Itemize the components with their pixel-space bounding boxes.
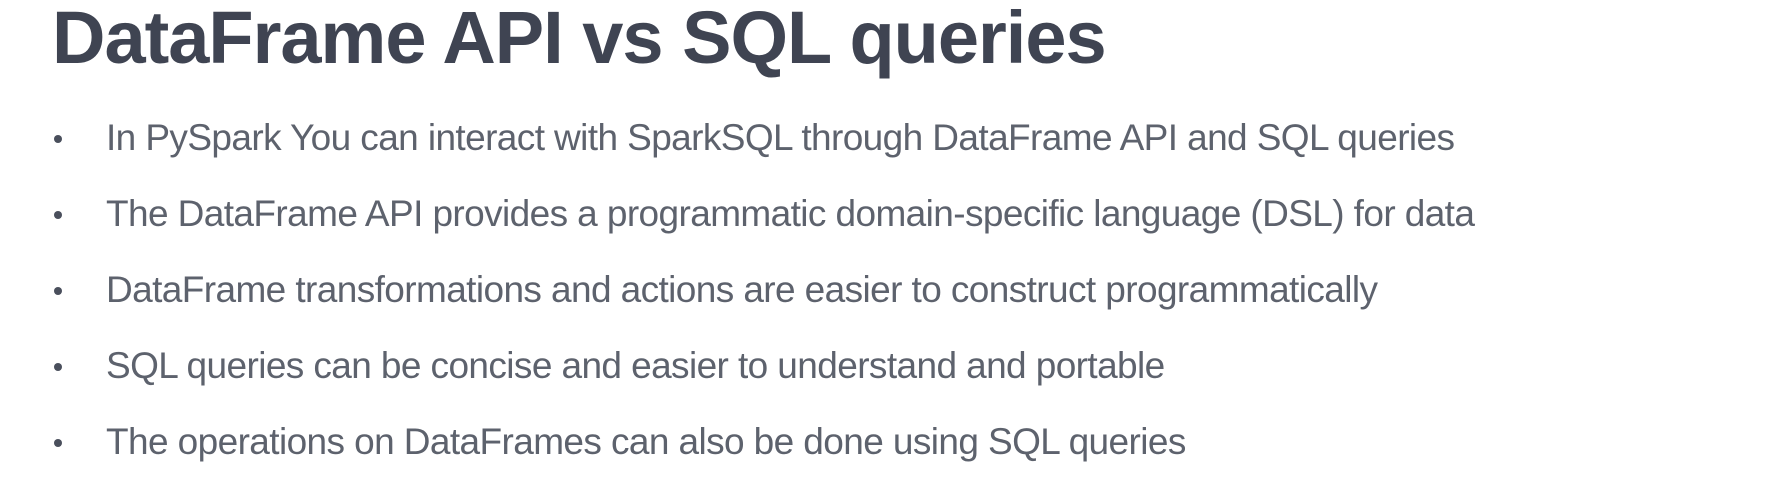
bullet-dot-icon — [54, 439, 62, 447]
bullet-text: DataFrame transformations and actions ar… — [106, 269, 1378, 310]
bullet-text: The DataFrame API provides a programmati… — [106, 193, 1475, 234]
bullet-dot-icon — [54, 211, 62, 219]
bullet-dot-icon — [54, 363, 62, 371]
slide-title: DataFrame API vs SQL queries — [52, 0, 1107, 79]
bullet-text: The operations on DataFrames can also be… — [106, 421, 1186, 462]
slide: DataFrame API vs SQL queries In PySpark … — [0, 0, 1778, 478]
bullet-dot-icon — [54, 287, 62, 295]
bullet-dot-icon — [54, 135, 62, 143]
bullet-text: SQL queries can be concise and easier to… — [106, 345, 1165, 386]
bullet-text: In PySpark You can interact with SparkSQ… — [106, 117, 1455, 158]
